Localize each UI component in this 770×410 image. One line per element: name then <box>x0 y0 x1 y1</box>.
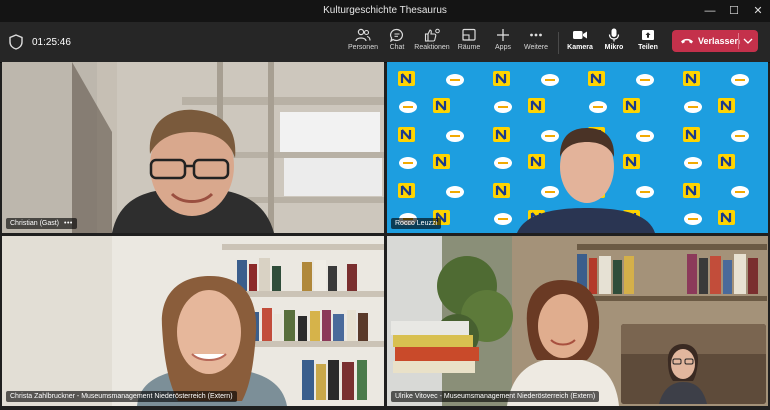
participant-name: Christa Zahlbruckner - Museumsmanagement… <box>10 393 233 400</box>
self-view-frame <box>621 324 766 404</box>
video-tile[interactable]: Christian (Gast) ••• <box>2 62 384 233</box>
reactions-button[interactable]: Reaktionen <box>412 26 452 58</box>
participant-name: Ulrike Vitovec - Museumsmanagement Niede… <box>395 393 596 400</box>
title-bar: Kulturgeschichte Thesaurus — ☐ ✕ <box>0 0 770 22</box>
meeting-toolbar: 01:25:46 Personen Chat Reaktionen Räume … <box>0 22 770 63</box>
chat-button[interactable]: Chat <box>377 26 417 58</box>
participant-name: Christian (Gast) <box>10 220 60 227</box>
mic-icon <box>608 28 620 42</box>
video-tile[interactable]: Christa Zahlbruckner - Museumsmanagement… <box>2 236 384 406</box>
close-button[interactable]: ✕ <box>750 3 766 19</box>
shield-icon <box>9 34 23 50</box>
reactions-icon <box>424 28 440 42</box>
leave-options-button[interactable] <box>738 30 758 52</box>
video-frame <box>387 62 768 233</box>
share-icon <box>642 30 654 40</box>
leave-label: Verlassen <box>698 36 741 46</box>
rooms-icon <box>462 28 476 41</box>
camera-icon <box>573 31 587 39</box>
participant-more-icon[interactable]: ••• <box>64 220 73 227</box>
self-view-tile[interactable] <box>621 324 766 404</box>
leave-button-group: Verlassen <box>672 30 758 52</box>
more-icon <box>530 33 542 37</box>
window-title: Kulturgeschichte Thesaurus <box>323 5 447 16</box>
minimize-button[interactable]: — <box>702 3 718 19</box>
reactions-label: Reaktionen <box>414 44 450 51</box>
people-icon <box>355 28 371 42</box>
video-frame <box>2 236 384 406</box>
maximize-button[interactable]: ☐ <box>726 3 742 19</box>
video-tile[interactable]: Ulrike Vitovec - Museumsmanagement Niede… <box>387 236 768 406</box>
meeting-timer: 01:25:46 <box>32 37 71 48</box>
more-options-button[interactable]: Weitere <box>516 26 556 58</box>
video-tile[interactable]: Rocco Leuzzi <box>387 62 768 233</box>
chat-icon <box>390 28 403 42</box>
share-label: Teilen <box>638 44 658 51</box>
leave-button[interactable]: Verlassen <box>672 30 741 52</box>
participant-name-tag: Rocco Leuzzi <box>391 218 442 229</box>
chat-label: Chat <box>389 44 405 51</box>
participant-name: Rocco Leuzzi <box>395 220 438 227</box>
plus-icon <box>497 29 509 41</box>
share-button[interactable]: Teilen <box>628 26 668 58</box>
participant-name-tag: Ulrike Vitovec - Museumsmanagement Niede… <box>391 391 600 402</box>
toolbar-separator <box>558 32 559 54</box>
hang-up-icon <box>681 38 693 44</box>
participant-name-tag: Christa Zahlbruckner - Museumsmanagement… <box>6 391 237 402</box>
video-frame <box>2 62 384 233</box>
chevron-down-icon <box>743 38 753 44</box>
more-label: Weitere <box>524 44 548 51</box>
participant-name-tag: Christian (Gast) ••• <box>6 218 77 229</box>
